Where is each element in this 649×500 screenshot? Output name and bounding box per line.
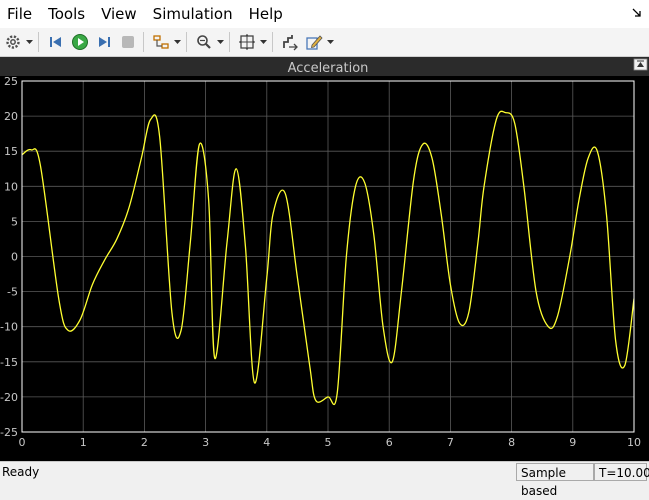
gear-icon[interactable] <box>2 31 24 53</box>
x-tick-label: 5 <box>325 436 332 449</box>
fit-view-dropdown-icon[interactable] <box>258 31 268 53</box>
y-tick-label: 25 <box>4 75 18 88</box>
edit-style-dropdown-icon[interactable] <box>325 31 335 53</box>
acceleration-plot[interactable]: Acceleration 0 1 2 3 4 5 6 7 8 9 10 -25 -20 -15 -10 -5 0… <box>0 57 649 461</box>
toolbar-separator <box>143 32 144 52</box>
x-tick-label: 2 <box>141 436 148 449</box>
gear-dropdown-icon[interactable] <box>24 31 34 53</box>
menu-file[interactable]: File <box>0 0 40 28</box>
menu-view[interactable]: View <box>93 0 145 28</box>
toolbar-separator <box>38 32 39 52</box>
plot-title: Acceleration <box>288 61 369 76</box>
y-tick-label: -10 <box>0 321 18 334</box>
x-tick-label: 3 <box>202 436 209 449</box>
x-tick-label: 7 <box>447 436 454 449</box>
y-tick-label: -5 <box>7 286 18 299</box>
x-tick-label: 9 <box>569 436 576 449</box>
toolbar <box>0 28 649 57</box>
expand-legend-icon[interactable] <box>633 58 648 71</box>
stop-icon[interactable] <box>117 31 139 53</box>
x-tick-label: 6 <box>386 436 393 449</box>
menu-help[interactable]: Help <box>241 0 291 28</box>
undock-icon[interactable] <box>631 7 643 19</box>
status-time: T=10.000 <box>594 463 649 481</box>
toolbar-separator <box>186 32 187 52</box>
y-tick-label: 0 <box>11 251 18 264</box>
highlight-icon[interactable] <box>150 31 172 53</box>
run-icon[interactable] <box>69 31 91 53</box>
x-tick-label: 4 <box>263 436 270 449</box>
y-tick-label: -25 <box>0 426 18 439</box>
x-tick-label: 1 <box>80 436 87 449</box>
menu-bar: File Tools View Simulation Help <box>0 0 649 28</box>
x-tick-label: 10 <box>627 436 641 449</box>
status-sample-mode: Sample based <box>516 463 594 498</box>
cursor-measure-icon[interactable] <box>279 31 301 53</box>
y-tick-label: 10 <box>4 180 18 193</box>
menu-tools[interactable]: Tools <box>40 0 93 28</box>
highlight-dropdown-icon[interactable] <box>172 31 182 53</box>
y-tick-label: 5 <box>11 215 18 228</box>
edit-style-icon[interactable] <box>303 31 325 53</box>
step-back-icon[interactable] <box>45 31 67 53</box>
scope-display[interactable]: Acceleration 0 1 2 3 4 5 6 7 8 9 10 -25 -20 -15 -10 -5 0… <box>0 57 649 461</box>
y-tick-label: -15 <box>0 356 18 369</box>
toolbar-separator <box>229 32 230 52</box>
menu-simulation[interactable]: Simulation <box>145 0 241 28</box>
y-tick-label: 15 <box>4 145 18 158</box>
y-tick-label: 20 <box>4 110 18 123</box>
step-forward-icon[interactable] <box>93 31 115 53</box>
zoom-dropdown-icon[interactable] <box>215 31 225 53</box>
fit-view-icon[interactable] <box>236 31 258 53</box>
x-tick-label: 0 <box>19 436 26 449</box>
status-bar: Ready Sample based T=10.000 <box>0 461 649 498</box>
zoom-icon[interactable] <box>193 31 215 53</box>
toolbar-separator <box>272 32 273 52</box>
status-ready: Ready <box>2 465 40 479</box>
x-tick-label: 8 <box>508 436 515 449</box>
y-tick-label: -20 <box>0 391 18 404</box>
